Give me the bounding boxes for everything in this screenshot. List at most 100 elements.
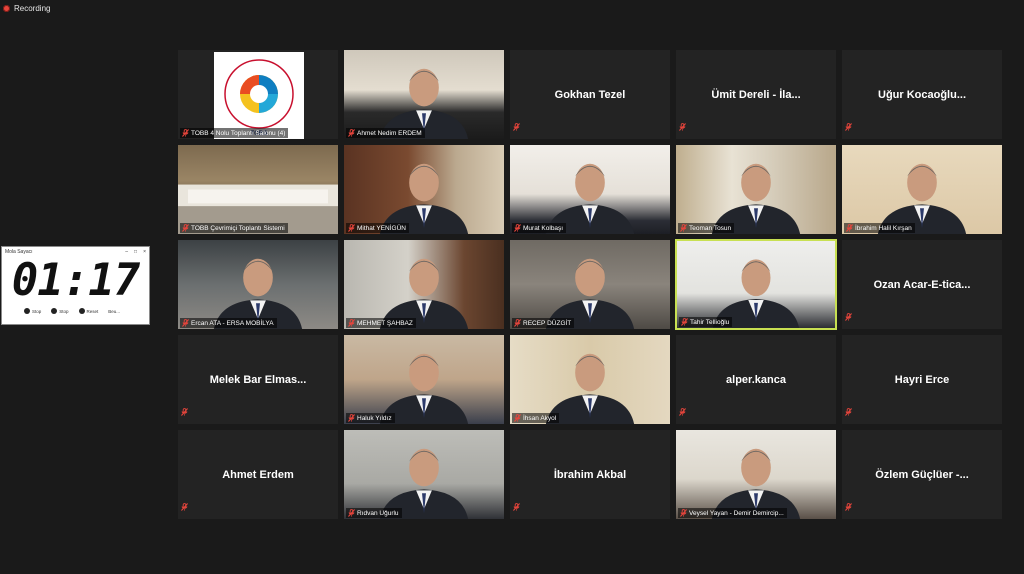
- record-icon: [3, 4, 10, 12]
- participant-tile[interactable]: RECEP DÜZGİT: [509, 239, 671, 330]
- participant-tile[interactable]: TOBB Çevrimiçi Toplantı Sistemi: [177, 144, 339, 235]
- participant-label: İbrahim Halil Kırşan: [844, 223, 915, 233]
- muted-mic-icon: [348, 319, 355, 327]
- participant-tile[interactable]: MEHMET ŞAHBAZ: [343, 239, 505, 330]
- muted-mic-icon: [348, 224, 355, 232]
- participant-video: [344, 145, 504, 234]
- reset-icon: [78, 308, 85, 314]
- muted-mic-icon: [845, 313, 852, 321]
- participant-label: Haluk Yıldız: [346, 413, 395, 423]
- reset-button[interactable]: Reset: [78, 308, 98, 314]
- participant-tile[interactable]: Melek Bar Elmas...: [177, 334, 339, 425]
- muted-mic-icon: [514, 414, 521, 422]
- participant-tile[interactable]: TOBB TOBB 4 Nolu Toplantı Salonu (4): [177, 49, 339, 140]
- muted-mic-icon: [846, 224, 853, 232]
- participant-tile[interactable]: Rıdvan Uğurlu: [343, 429, 505, 520]
- participant-tile[interactable]: Murat Kolbaşı: [509, 144, 671, 235]
- participant-label: Rıdvan Uğurlu: [346, 508, 402, 518]
- stopwatch-time: 01:17: [11, 254, 140, 306]
- video-gallery: TOBB TOBB 4 Nolu Toplantı Salonu (4) Ahm…: [177, 49, 1003, 520]
- participant-name: Rıdvan Uğurlu: [357, 509, 399, 517]
- participant-name: alper.kanca: [726, 373, 786, 386]
- participant-video: [510, 335, 670, 424]
- participant-name: Ozan Acar-E-tica...: [873, 278, 971, 291]
- close-button[interactable]: ×: [143, 249, 146, 255]
- tobb-logo: TOBB: [214, 52, 304, 139]
- options-button[interactable]: Beu...: [108, 309, 120, 314]
- muted-mic-icon: [681, 318, 688, 326]
- participant-tile[interactable]: Mithat YENİGÜN: [343, 144, 505, 235]
- participant-name: Veysel Yayan - Demir Demircip...: [689, 509, 784, 517]
- participant-tile[interactable]: Ümit Dereli - İla...: [675, 49, 837, 140]
- participant-name: Tahir Tellioğlu: [690, 318, 730, 326]
- muted-mic-icon: [182, 224, 189, 232]
- muted-mic-icon: [348, 129, 355, 137]
- muted-mic-icon: [181, 503, 188, 511]
- participant-tile[interactable]: Hayri Erce: [841, 334, 1003, 425]
- participant-tile[interactable]: Tahir Tellioğlu: [675, 239, 837, 330]
- participant-label: TOBB 4 Nolu Toplantı Salonu (4): [180, 128, 289, 138]
- participant-tile[interactable]: Uğur Kocaoğlu...: [841, 49, 1003, 140]
- participant-name: Uğur Kocaoğlu...: [878, 88, 966, 101]
- participant-tile[interactable]: Ozan Acar-E-tica...: [841, 239, 1003, 330]
- participant-name: Teoman Tosun: [689, 224, 732, 232]
- participant-label: TOBB Çevrimiçi Toplantı Sistemi: [180, 223, 288, 233]
- participant-name: İbrahim Akbal: [553, 468, 627, 481]
- participant-video: [510, 145, 670, 234]
- recording-label: Recording: [14, 3, 51, 13]
- participant-tile[interactable]: Haluk Yıldız: [343, 334, 505, 425]
- participant-tile[interactable]: Veysel Yayan - Demir Demircip...: [675, 429, 837, 520]
- stop-icon: [24, 308, 30, 314]
- participant-label: RECEP DÜZGİT: [512, 318, 575, 328]
- participant-video: [676, 145, 836, 234]
- participant-name: RECEP DÜZGİT: [523, 319, 572, 327]
- participant-video: [344, 335, 504, 424]
- participant-label: Teoman Tosun: [678, 223, 735, 233]
- participant-label: Mithat YENİGÜN: [346, 223, 410, 233]
- participant-name: İhsan Akyol: [523, 414, 557, 422]
- participant-video: [344, 50, 504, 139]
- participant-tile[interactable]: alper.kanca: [675, 334, 837, 425]
- participant-name: Gokhan Tezel: [554, 88, 626, 101]
- participant-video: [510, 240, 670, 329]
- muted-mic-icon: [182, 129, 189, 137]
- participant-name: Melek Bar Elmas...: [209, 373, 307, 386]
- play-icon: [51, 308, 58, 314]
- participant-name: Ercan ATA - ERSA MOBİLYA: [191, 319, 274, 327]
- muted-mic-icon: [845, 408, 852, 416]
- participant-label: Ahmet Nedim ERDEM: [346, 128, 425, 138]
- participant-tile[interactable]: Ahmet Nedim ERDEM: [343, 49, 505, 140]
- muted-mic-icon: [513, 503, 520, 511]
- muted-mic-icon: [845, 503, 852, 511]
- participant-tile[interactable]: Özlem Güçlüer -...: [841, 429, 1003, 520]
- participant-tile[interactable]: İhsan Akyol: [509, 334, 671, 425]
- participant-tile[interactable]: Ahmet Erdem: [177, 429, 339, 520]
- muted-mic-icon: [181, 408, 188, 416]
- participant-video: [344, 240, 504, 329]
- participant-tile[interactable]: Gokhan Tezel: [509, 49, 671, 140]
- muted-mic-icon: [680, 224, 687, 232]
- start-button[interactable]: Stop: [51, 308, 69, 314]
- participant-name: Özlem Güçlüer -...: [875, 468, 969, 481]
- muted-mic-icon: [845, 123, 852, 131]
- participant-tile[interactable]: Teoman Tosun: [675, 144, 837, 235]
- participant-video: TOBB: [178, 50, 338, 139]
- participant-label: Veysel Yayan - Demir Demircip...: [678, 508, 787, 518]
- muted-mic-icon: [513, 123, 520, 131]
- muted-mic-icon: [679, 408, 686, 416]
- participant-label: Tahir Tellioğlu: [679, 317, 733, 327]
- muted-mic-icon: [514, 319, 521, 327]
- participant-video: [178, 240, 338, 329]
- participant-label: Murat Kolbaşı: [512, 223, 567, 233]
- participant-tile[interactable]: İbrahim Akbal: [509, 429, 671, 520]
- stop-button[interactable]: Stop: [24, 308, 41, 314]
- participant-tile[interactable]: Ercan ATA - ERSA MOBİLYA: [177, 239, 339, 330]
- participant-video: [178, 145, 338, 234]
- stopwatch-window[interactable]: Mola Sayacı – □ × 01:17 Stop Stop Reset …: [1, 246, 150, 325]
- muted-mic-icon: [514, 224, 521, 232]
- participant-label: MEHMET ŞAHBAZ: [346, 318, 416, 328]
- participant-name: Murat Kolbaşı: [523, 224, 564, 232]
- muted-mic-icon: [680, 509, 687, 517]
- participant-tile[interactable]: İbrahim Halil Kırşan: [841, 144, 1003, 235]
- recording-indicator[interactable]: Recording: [3, 2, 50, 14]
